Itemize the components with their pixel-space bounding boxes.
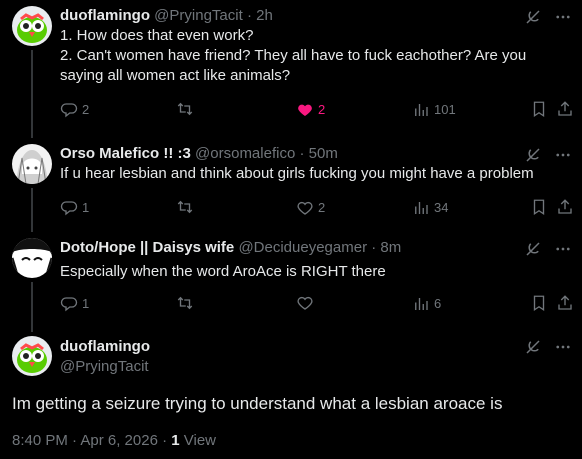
views-count: 34 — [434, 200, 449, 215]
bookmark-icon — [533, 295, 545, 312]
retweet-icon — [177, 102, 193, 116]
reply-icon — [60, 103, 78, 118]
separator: · — [246, 7, 252, 24]
like-button[interactable]: 2 — [296, 198, 325, 218]
handle[interactable]: @Decidueyegamer — [238, 239, 367, 256]
views-label: View — [179, 432, 217, 449]
separator: · — [371, 239, 377, 256]
tweet-text-line: 2. Can't women have friend? They all hav… — [60, 47, 527, 64]
grok-icon[interactable] — [524, 8, 542, 26]
tweet-actions: 2 2 101 — [60, 100, 574, 120]
retweet-button[interactable] — [176, 198, 194, 216]
views-icon — [415, 202, 428, 214]
tweet-top-icons — [524, 146, 572, 164]
timestamp[interactable]: 8m — [380, 239, 401, 256]
bookmark-button[interactable] — [530, 294, 548, 312]
tweet-text-line: If u hear lesbian and think about girls … — [60, 165, 534, 182]
reply-button[interactable]: 1 — [60, 294, 89, 314]
more-icon[interactable] — [554, 240, 572, 258]
handle[interactable]: @PryingTacit — [154, 7, 243, 24]
timestamp[interactable]: 8:40 PM · Apr 6, 2026 · — [12, 432, 171, 449]
reply-icon — [60, 201, 78, 216]
like-count: 2 — [318, 200, 326, 215]
tweet[interactable]: duoflamingo @PryingTacit · 2h 1. How doe… — [0, 6, 582, 126]
bookmark-icon — [533, 101, 545, 118]
more-icon[interactable] — [554, 338, 572, 356]
like-icon — [298, 104, 312, 116]
tweet-top-icons — [524, 240, 572, 258]
grok-icon[interactable] — [524, 338, 542, 356]
timestamp[interactable]: 2h — [256, 7, 273, 24]
main-tweet[interactable]: duoflamingo @PryingTacit Im getting a se… — [0, 336, 582, 459]
bookmark-button[interactable] — [530, 100, 548, 118]
tweet-text: Especially when the word AroAce is RIGHT… — [60, 262, 560, 282]
reply-count: 2 — [82, 102, 90, 117]
share-button[interactable] — [556, 294, 574, 312]
retweet-button[interactable] — [176, 294, 194, 312]
display-name[interactable]: duoflamingo — [60, 338, 150, 355]
tweet-text: Im getting a seizure trying to understan… — [12, 394, 503, 413]
reply-count: 1 — [82, 200, 90, 215]
tweet-text-line: Especially when the word AroAce is RIGHT… — [60, 263, 386, 280]
share-button[interactable] — [556, 100, 574, 118]
avatar[interactable] — [12, 6, 52, 46]
tweet-actions: 1 6 — [60, 294, 574, 314]
share-icon — [558, 295, 572, 310]
more-icon[interactable] — [554, 146, 572, 164]
avatar[interactable] — [12, 336, 52, 376]
display-name[interactable]: Doto/Hope || Daisys wife — [60, 239, 234, 256]
timestamp[interactable]: 50m — [309, 145, 338, 162]
reply-icon — [60, 297, 78, 312]
bookmark-button[interactable] — [530, 198, 548, 216]
retweet-icon — [177, 296, 193, 310]
share-icon — [558, 199, 572, 214]
like-count: 2 — [318, 102, 326, 117]
display-name[interactable]: duoflamingo — [60, 7, 150, 24]
views-count: 6 — [434, 296, 442, 311]
like-icon — [297, 296, 313, 310]
like-button[interactable] — [296, 294, 314, 312]
views-icon — [415, 104, 428, 116]
tweet-header: Doto/Hope || Daisys wife @Decidueyegamer… — [60, 238, 401, 258]
tweet[interactable]: Doto/Hope || Daisys wife @Decidueyegamer… — [0, 238, 582, 316]
share-button[interactable] — [556, 198, 574, 216]
views-count: 101 — [434, 102, 456, 117]
tweet-header: Orso Malefico !! :3 @orsomalefico · 50m — [60, 144, 338, 164]
separator: · — [299, 145, 305, 162]
display-name[interactable]: Orso Malefico !! :3 — [60, 145, 191, 162]
avatar[interactable] — [12, 144, 52, 184]
tweet-header: duoflamingo @PryingTacit · 2h — [60, 6, 273, 26]
share-icon — [558, 101, 572, 116]
reply-count: 1 — [82, 296, 90, 311]
more-icon[interactable] — [554, 8, 572, 26]
grok-icon[interactable] — [524, 146, 542, 164]
views-count: 1 — [171, 432, 180, 449]
tweet-text: 1. How does that even work? 2. Can't wom… — [60, 26, 560, 86]
reply-button[interactable]: 1 — [60, 198, 89, 218]
grok-icon[interactable] — [524, 240, 542, 258]
tweet-top-icons — [524, 8, 572, 26]
handle[interactable]: @orsomalefico — [195, 145, 295, 162]
like-icon — [297, 201, 313, 215]
tweet[interactable]: Orso Malefico !! :3 @orsomalefico · 50m … — [0, 144, 582, 222]
bookmark-icon — [533, 199, 545, 216]
reply-button[interactable]: 2 — [60, 100, 89, 120]
tweet-text: If u hear lesbian and think about girls … — [60, 164, 560, 184]
handle[interactable]: @PryingTacit — [60, 358, 149, 375]
like-button[interactable]: 2 — [296, 100, 325, 120]
views-button[interactable]: 6 — [412, 294, 441, 314]
views-button[interactable]: 34 — [412, 198, 448, 218]
tweet-text-line: saying all women act like animals? — [60, 67, 291, 84]
views-button[interactable]: 101 — [412, 100, 456, 120]
tweet-text-line: 1. How does that even work? — [60, 27, 254, 44]
avatar[interactable] — [12, 238, 52, 278]
tweet-top-icons — [524, 338, 572, 356]
retweet-icon — [177, 200, 193, 214]
views-icon — [415, 298, 428, 310]
retweet-button[interactable] — [176, 100, 194, 118]
tweet-actions: 1 2 34 — [60, 198, 574, 218]
tweet-meta: 8:40 PM · Apr 6, 2026 · 1 View — [12, 432, 216, 449]
